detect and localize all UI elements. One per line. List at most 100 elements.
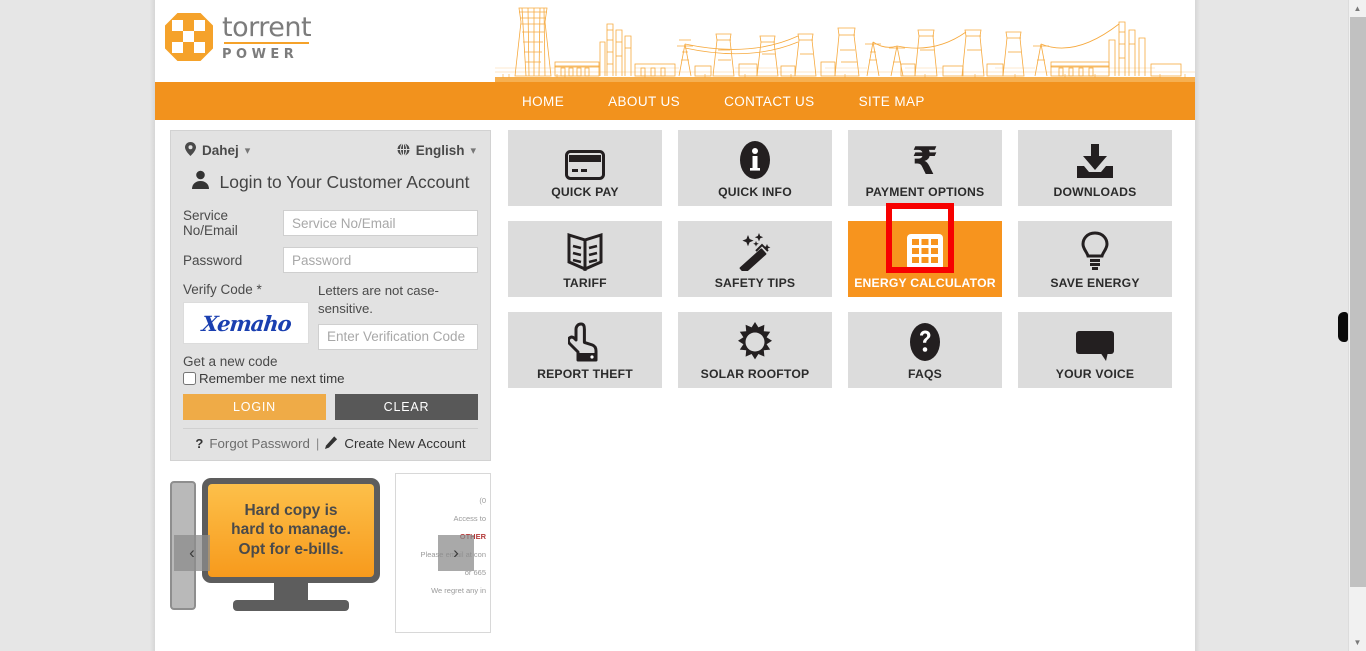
nav-item-site-map[interactable]: SITE MAP <box>837 94 947 109</box>
tile-payment-options[interactable]: ₹ PAYMENT OPTIONS <box>848 130 1002 206</box>
left-column: Dahej ▾ English ▾ Login to Your Customer… <box>155 120 495 633</box>
captcha-note: Letters are not case-sensitive. <box>318 283 439 316</box>
verify-code-row: Verify Code * Xemaho Letters are not cas… <box>183 282 478 350</box>
nav-item-about-us[interactable]: ABOUT US <box>586 94 702 109</box>
vertical-scrollbar[interactable]: ▲ ▼ <box>1348 0 1366 651</box>
tile-label: DOWNLOADS <box>1053 184 1137 199</box>
captcha-text: Xemaho <box>200 310 292 336</box>
tile-your-voice[interactable]: YOUR VOICE <box>1018 312 1172 388</box>
ebill-line-3: Opt for e-bills. <box>238 540 344 558</box>
login-links: ? Forgot Password | Create New Account <box>183 427 478 452</box>
clear-button[interactable]: CLEAR <box>335 393 478 420</box>
location-pin-icon <box>185 142 196 159</box>
tile-downloads[interactable]: DOWNLOADS <box>1018 130 1172 206</box>
scrollbar-track[interactable] <box>1350 17 1366 634</box>
notice-line-2: Access to <box>453 513 486 523</box>
tile-energy-calculator[interactable]: ENERGY CALCULATOR <box>848 203 1002 297</box>
tile-label: FAQS <box>908 366 942 381</box>
tile-tariff[interactable]: TARIFF <box>508 221 662 297</box>
create-new-account-link[interactable]: Create New Account <box>344 436 465 451</box>
scroll-down-arrow-icon[interactable]: ▼ <box>1349 634 1366 651</box>
scroll-up-arrow-icon[interactable]: ▲ <box>1349 0 1366 17</box>
rupee-icon: ₹ <box>910 138 940 180</box>
notice-line-6: We regret any in <box>431 585 486 595</box>
tile-quick-pay[interactable]: QUICK PAY <box>508 130 662 206</box>
right-page-shadow <box>1195 0 1200 651</box>
login-heading: Login to Your Customer Account <box>183 168 478 208</box>
tile-faqs[interactable]: FAQS <box>848 312 1002 388</box>
tile-label: YOUR VOICE <box>1055 366 1135 381</box>
question-mark-icon: ? <box>195 436 204 452</box>
password-input[interactable] <box>283 247 478 273</box>
main-navigation: HOME ABOUT US CONTACT US SITE MAP <box>155 82 1195 120</box>
tile-label: SOLAR ROOFTOP <box>700 366 810 381</box>
question-mark-icon <box>909 320 941 362</box>
ebill-line-2: hard to manage. <box>231 521 351 539</box>
remember-me-checkbox[interactable] <box>183 371 196 385</box>
tile-label: SAVE ENERGY <box>1050 275 1140 290</box>
tile-label: ENERGY CALCULATOR <box>854 275 996 290</box>
nav-item-contact-us[interactable]: CONTACT US <box>702 94 837 109</box>
tile-label: QUICK PAY <box>551 184 619 199</box>
language-selector[interactable]: English ▾ <box>397 142 476 159</box>
verify-code-label: Verify Code * <box>183 282 262 297</box>
tile-label: SAFETY TIPS <box>714 275 796 290</box>
tile-solar-rooftop[interactable]: SOLAR ROOFTOP <box>678 312 832 388</box>
service-no-input[interactable] <box>283 210 478 236</box>
service-no-row: Service No/Email <box>183 208 478 238</box>
quick-links-grid: QUICK PAY QUICK INFO ₹ PAYMENT OPTIONS D… <box>508 130 1195 388</box>
page-content: torrent POWER HOME ABOUT US CONTACT US S… <box>155 0 1195 651</box>
cursor-marker <box>1338 312 1348 342</box>
verification-code-input[interactable] <box>318 323 478 350</box>
globe-icon <box>397 142 410 159</box>
book-icon <box>567 229 603 271</box>
tile-quick-info[interactable]: QUICK INFO <box>678 130 832 206</box>
captcha-image: Xemaho <box>183 302 309 344</box>
password-label: Password <box>183 252 243 268</box>
tile-save-energy[interactable]: SAVE ENERGY <box>1018 221 1172 297</box>
tile-label: REPORT THEFT <box>537 366 633 381</box>
chevron-down-icon: ▾ <box>470 145 476 157</box>
carousel-prev-button[interactable]: ‹ <box>174 534 210 571</box>
credit-card-icon <box>565 138 605 180</box>
carousel-slide-ebills[interactable]: Hard copy is hard to manage. Opt for e-b… <box>170 472 395 633</box>
notice-line-1: (0 <box>479 495 486 505</box>
magic-wand-icon <box>735 229 775 271</box>
right-column: QUICK PAY QUICK INFO ₹ PAYMENT OPTIONS D… <box>495 120 1195 633</box>
site-logo[interactable]: torrent POWER <box>165 11 312 61</box>
location-language-row: Dahej ▾ English ▾ <box>183 139 478 168</box>
info-icon <box>739 138 771 180</box>
bulb-icon <box>1081 229 1109 271</box>
city-label: Dahej <box>202 143 239 158</box>
chevron-down-icon: ▾ <box>244 145 251 157</box>
forgot-password-link[interactable]: Forgot Password <box>209 436 310 451</box>
login-heading-text: Login to Your Customer Account <box>219 171 470 192</box>
tile-safety-tips[interactable]: SAFETY TIPS <box>678 221 832 297</box>
user-avatar-icon <box>191 170 210 194</box>
get-new-code-link[interactable]: Get a new code <box>183 354 478 369</box>
nav-item-home[interactable]: HOME <box>500 94 586 109</box>
svg-text:₹: ₹ <box>912 140 938 180</box>
remember-me-row[interactable]: Remember me next time <box>183 371 478 386</box>
logo-wordmark: torrent <box>222 11 312 44</box>
torrent-logo-mark-icon <box>165 13 213 61</box>
link-separator: | <box>315 436 320 452</box>
scrollbar-thumb[interactable] <box>1350 17 1366 587</box>
password-row: Password <box>183 247 478 273</box>
service-no-label: Service No/Email <box>183 208 238 238</box>
tile-report-theft[interactable]: REPORT THEFT <box>508 312 662 388</box>
carousel-next-button[interactable]: › <box>438 534 474 571</box>
site-header: torrent POWER <box>155 0 1195 82</box>
city-selector[interactable]: Dahej ▾ <box>185 142 250 159</box>
tile-label: QUICK INFO <box>718 184 792 199</box>
tile-label: TARIFF <box>563 275 607 290</box>
monitor-illustration: Hard copy is hard to manage. Opt for e-b… <box>202 477 380 611</box>
download-icon <box>1075 138 1115 180</box>
pencil-icon <box>325 436 338 452</box>
language-label: English <box>415 143 465 158</box>
sun-icon <box>735 320 775 362</box>
calculator-grid-icon <box>906 229 944 271</box>
pointing-hand-icon <box>568 320 602 362</box>
remember-me-label: Remember me next time <box>199 370 345 386</box>
login-button[interactable]: LOGIN <box>183 393 326 420</box>
